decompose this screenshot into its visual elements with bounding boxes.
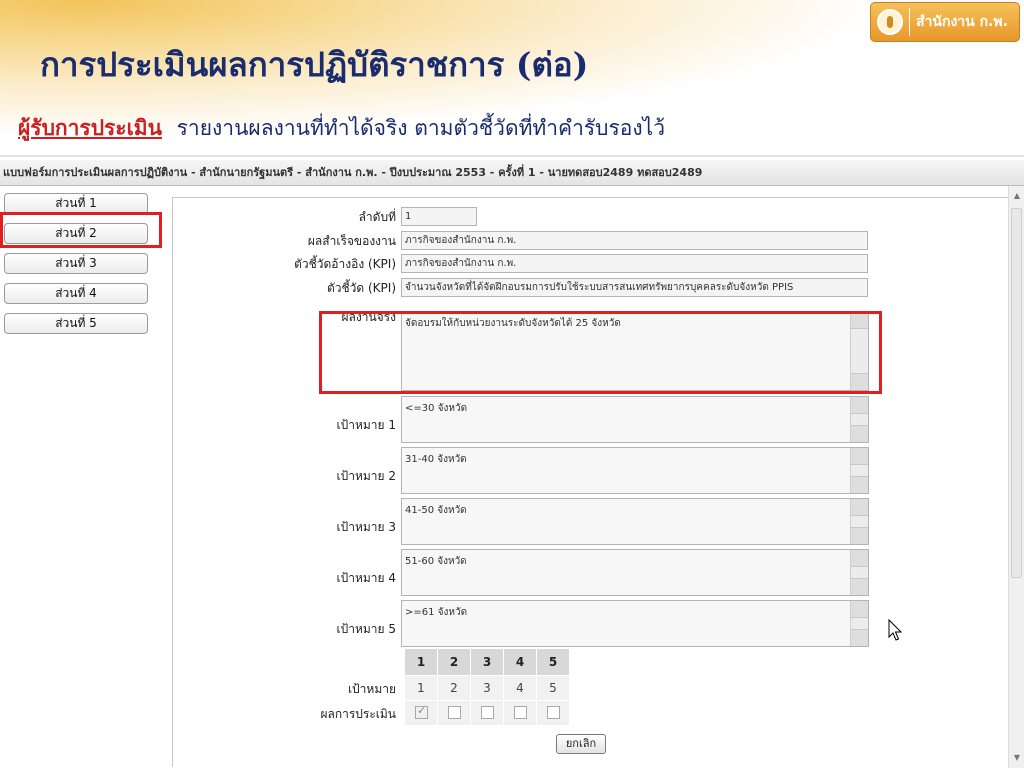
target-3-textarea[interactable]: 41-50 จังหวัด	[401, 498, 869, 545]
target-1-text: <=30 จังหวัด	[405, 403, 468, 414]
grid-result-row-label: ผลการประเมิน	[320, 707, 396, 721]
grid-header-2: 2	[438, 649, 470, 675]
actual-result-textarea[interactable]: จัดอบรมให้กับหน่วยงานระดับจังหวัดได้ 25 …	[401, 311, 869, 391]
textarea-scrollbar[interactable]	[850, 601, 868, 646]
achievement-label: ผลสำเร็จของงาน	[307, 234, 396, 248]
form-content: ลำดับที่ 1 ผลสำเร็จของงาน ภารกิจของสำนัก…	[172, 197, 1010, 767]
target-2-label: เป้าหมาย 2	[336, 469, 397, 483]
target-5-text: >=61 จังหวัด	[405, 607, 468, 618]
grid-target-cell-4: 4	[504, 676, 536, 700]
grid-target-row-label: เป้าหมาย	[347, 682, 396, 696]
section-3-button[interactable]: ส่วนที่ 3	[4, 253, 148, 274]
actual-result-label: ผลงานจริง	[341, 310, 396, 324]
section-sidebar: ส่วนที่ 1 ส่วนที่ 2 ส่วนที่ 3 ส่วนที่ 4 …	[0, 186, 160, 766]
order-label: ลำดับที่	[358, 210, 396, 224]
logo-text: สำนักงาน ก.พ.	[916, 14, 1008, 30]
result-checkbox-5[interactable]	[547, 706, 560, 719]
textarea-scrollbar[interactable]	[850, 499, 868, 544]
grid-target-cell-3: 3	[471, 676, 503, 700]
page-scrollbar[interactable]: ▲ ▼	[1008, 186, 1024, 768]
target-4-text: 51-60 จังหวัด	[405, 556, 467, 567]
evaluation-form-window: แบบฟอร์มการประเมินผลการปฏิบัติงาน - สำนั…	[0, 160, 1024, 768]
target-4-textarea[interactable]: 51-60 จังหวัด	[401, 549, 869, 596]
achievement-field[interactable]: ภารกิจของสำนักงาน ก.พ.	[401, 231, 868, 250]
target-4-label: เป้าหมาย 4	[336, 571, 397, 585]
logo-divider	[909, 8, 910, 36]
scroll-down-icon[interactable]: ▼	[1009, 750, 1024, 766]
section-1-button[interactable]: ส่วนที่ 1	[4, 193, 148, 214]
cancel-button[interactable]: ยกเลิก	[556, 734, 606, 754]
target-1-textarea[interactable]: <=30 จังหวัด	[401, 396, 869, 443]
subtitle-text: รายงานผลงานที่ทำได้จริง ตามตัวชี้วัดที่ท…	[176, 116, 666, 140]
scroll-up-icon[interactable]: ▲	[1009, 188, 1024, 204]
kpi-field[interactable]: จำนวนจังหวัดที่ได้จัดฝึกอบรมการปรับใช้ระ…	[401, 278, 868, 297]
target-2-text: 31-40 จังหวัด	[405, 454, 467, 465]
target-3-text: 41-50 จังหวัด	[405, 505, 467, 516]
kpi-label: ตัวชี้วัด (KPI)	[326, 281, 396, 295]
section-2-button[interactable]: ส่วนที่ 2	[4, 223, 148, 244]
textarea-scrollbar[interactable]	[850, 448, 868, 493]
result-checkbox-1[interactable]	[415, 704, 428, 719]
textarea-scrollbar[interactable]	[850, 397, 868, 442]
grid-header-4: 4	[504, 649, 536, 675]
grid-target-cell-5: 5	[537, 676, 569, 700]
slide-title: การประเมินผลการปฏิบัติราชการ (ต่อ)	[40, 45, 589, 84]
kpi-ref-field[interactable]: ภารกิจของสำนักงาน ก.พ.	[401, 254, 868, 273]
scrollbar-thumb[interactable]	[1011, 208, 1022, 578]
section-4-button[interactable]: ส่วนที่ 4	[4, 283, 148, 304]
target-1-label: เป้าหมาย 1	[336, 418, 397, 432]
textarea-scrollbar[interactable]	[850, 312, 868, 390]
ocsc-logo: สำนักงาน ก.พ.	[870, 2, 1020, 42]
result-checkbox-4[interactable]	[514, 706, 527, 719]
target-3-label: เป้าหมาย 3	[336, 520, 397, 534]
target-5-textarea[interactable]: >=61 จังหวัด	[401, 600, 869, 647]
grid-header-3: 3	[471, 649, 503, 675]
slide-divider	[0, 155, 1024, 157]
kpi-ref-label: ตัวชี้วัดอ้างอิง (KPI)	[294, 257, 396, 271]
target-5-label: เป้าหมาย 5	[336, 622, 397, 636]
result-checkbox-2[interactable]	[448, 706, 461, 719]
section-5-button[interactable]: ส่วนที่ 5	[4, 313, 148, 334]
result-checkbox-3[interactable]	[481, 706, 494, 719]
subtitle-emphasis: ผู้รับการประเมิน	[18, 115, 162, 140]
order-field[interactable]: 1	[401, 207, 477, 226]
textarea-scrollbar[interactable]	[850, 550, 868, 595]
form-title-bar: แบบฟอร์มการประเมินผลการปฏิบัติงาน - สำนั…	[0, 160, 1024, 186]
grid-header-5: 5	[537, 649, 569, 675]
grid-target-cell-2: 2	[438, 676, 470, 700]
grid-target-cell-1: 1	[405, 676, 437, 700]
mouse-cursor-icon	[888, 619, 903, 641]
actual-result-text: จัดอบรมให้กับหน่วยงานระดับจังหวัดได้ 25 …	[405, 318, 621, 329]
seal-icon	[877, 9, 903, 35]
target-2-textarea[interactable]: 31-40 จังหวัด	[401, 447, 869, 494]
grid-header-1: 1	[405, 649, 437, 675]
slide-subtitle: ผู้รับการประเมิน รายงานผลงานที่ทำได้จริง…	[18, 112, 665, 145]
